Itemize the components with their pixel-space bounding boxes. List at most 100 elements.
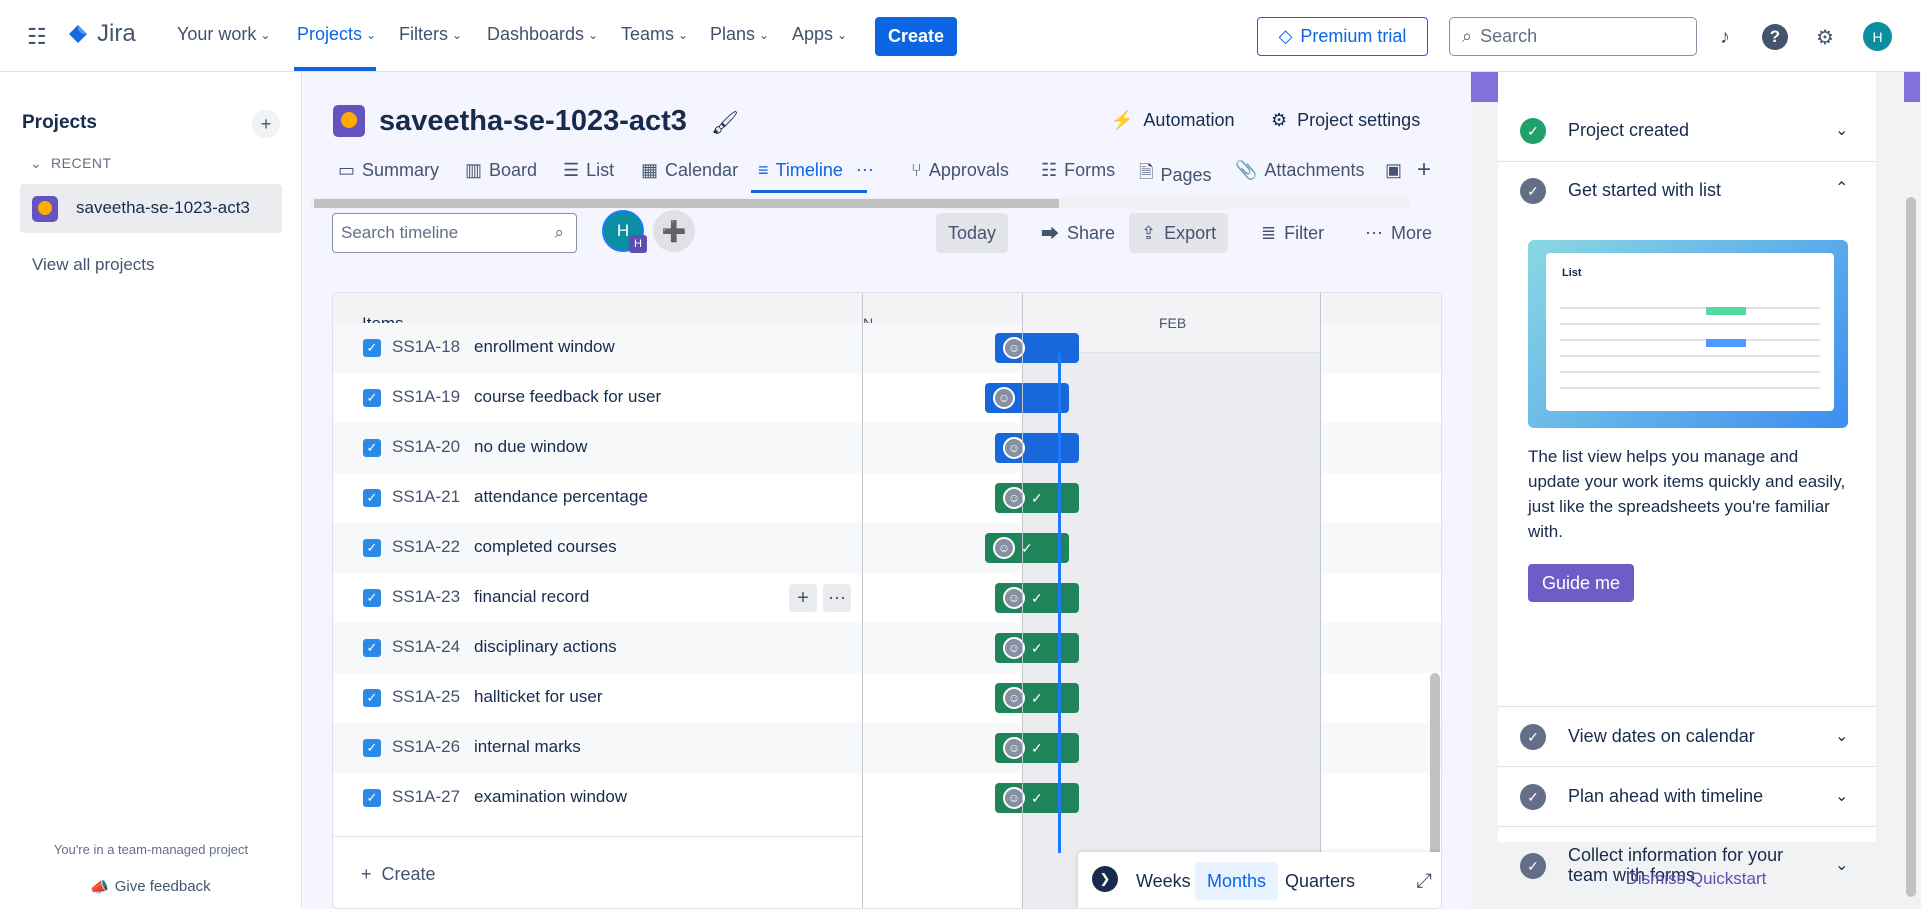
sidebar-item-project[interactable]: saveetha-se-1023-act3 [20, 184, 282, 233]
item-key[interactable]: SS1A-23 [392, 587, 460, 607]
add-project-button[interactable]: + [252, 110, 280, 138]
row-more-button[interactable]: ⋯ [823, 584, 851, 612]
item-summary[interactable]: attendance percentage [474, 487, 648, 507]
notifications-icon[interactable]: ♪ [1712, 24, 1738, 50]
timeline-bar[interactable]: ☺ ✓ [995, 633, 1079, 663]
table-row[interactable]: ✓ SS1A-22 completed courses ☺ ✓ [333, 523, 1441, 573]
automation-button[interactable]: ⚡ Automation [1111, 110, 1234, 131]
timeline-bar[interactable]: ☺ [995, 333, 1079, 363]
timeline-search-input[interactable]: Search timeline ⌕ [332, 213, 577, 253]
guide-me-button[interactable]: Guide me [1528, 564, 1634, 602]
zoom-months-button[interactable]: Months [1195, 862, 1279, 900]
recent-section-header[interactable]: ⌄ RECENT [30, 155, 112, 172]
tab-list[interactable]: ☰ List [563, 160, 614, 181]
item-summary[interactable]: disciplinary actions [474, 637, 617, 657]
tab-pages[interactable]: 🗎 Pages [1139, 160, 1212, 190]
export-button[interactable]: ⇪ Export [1129, 213, 1229, 253]
timeline-bar[interactable]: ☺ ✓ [995, 483, 1079, 513]
add-tab-icon[interactable]: + [1417, 156, 1431, 184]
paint-bucket-icon[interactable]: 🖌 [711, 110, 739, 136]
item-summary[interactable]: examination window [474, 787, 627, 807]
create-item-row[interactable]: + Create [333, 836, 862, 908]
app-switcher-icon[interactable]: ☷ [27, 24, 47, 50]
nav-projects[interactable]: Projects ⌄ [297, 24, 376, 45]
more-button[interactable]: ⋯ More [1353, 213, 1444, 253]
nav-filters[interactable]: Filters ⌄ [399, 24, 462, 45]
premium-trial-button[interactable]: ◇ Premium trial [1257, 17, 1428, 56]
table-row[interactable]: ✓ SS1A-26 internal marks ☺ ✓ [333, 723, 1441, 773]
item-key[interactable]: SS1A-20 [392, 437, 460, 457]
column-divider[interactable] [862, 293, 863, 908]
item-key[interactable]: SS1A-26 [392, 737, 460, 757]
give-feedback-link[interactable]: 📣 Give feedback [90, 878, 211, 896]
table-row[interactable]: ✓ SS1A-27 examination window ☺ ✓ [333, 773, 1441, 823]
settings-gear-icon[interactable]: ⚙ [1812, 24, 1838, 50]
item-summary[interactable]: enrollment window [474, 337, 615, 357]
table-row[interactable]: ✓ SS1A-20 no due window ☺ [333, 423, 1441, 473]
today-button[interactable]: Today [936, 213, 1009, 253]
tab-calendar[interactable]: ▦ Calendar [641, 160, 738, 181]
tab-timeline[interactable]: ≡ Timeline ⋯ [758, 160, 874, 181]
quickstart-item-forms[interactable]: ✓ Collect information for your team with… [1498, 827, 1876, 907]
item-key[interactable]: SS1A-22 [392, 537, 460, 557]
zoom-quarters-button[interactable]: Quarters [1273, 862, 1367, 900]
chevron-right-icon[interactable]: ❯ [1092, 866, 1118, 892]
tab-overflow-icon[interactable]: ▣ [1385, 160, 1402, 181]
create-item-button[interactable]: + Create [361, 864, 436, 885]
nav-your-work[interactable]: Your work ⌄ [177, 24, 270, 45]
timeline-bar[interactable]: ☺ ✓ [995, 733, 1079, 763]
table-row[interactable]: ✓ SS1A-21 attendance percentage ☺ ✓ [333, 473, 1441, 523]
more-icon[interactable]: ⋯ [856, 160, 874, 181]
table-row[interactable]: ✓ SS1A-23 financial record ☺ ✓ + ⋯ [333, 573, 1441, 623]
tab-summary[interactable]: ▭ Summary [338, 160, 439, 181]
timeline-bar[interactable]: ☺ ✓ [995, 783, 1079, 813]
nav-dashboards[interactable]: Dashboards ⌄ [487, 24, 598, 45]
zoom-weeks-button[interactable]: Weeks [1124, 862, 1203, 900]
tabs-scrollbar-thumb[interactable] [314, 199, 1059, 208]
quickstart-item-timeline[interactable]: ✓ Plan ahead with timeline ⌄ [1498, 767, 1876, 827]
item-key[interactable]: SS1A-18 [392, 337, 460, 357]
nav-plans[interactable]: Plans ⌄ [710, 24, 769, 45]
timeline-bar[interactable]: ☺ [995, 433, 1079, 463]
project-settings-button[interactable]: ⚙ Project settings [1271, 110, 1420, 131]
table-row[interactable]: ✓ SS1A-19 course feedback for user ☺ [333, 373, 1441, 423]
create-button[interactable]: Create [875, 17, 957, 56]
quickstart-item-calendar[interactable]: ✓ View dates on calendar ⌄ [1498, 707, 1876, 767]
item-key[interactable]: SS1A-25 [392, 687, 460, 707]
tab-attachments[interactable]: 📎 Attachments [1235, 160, 1364, 181]
tab-forms[interactable]: ☷ Forms [1041, 160, 1115, 181]
item-summary[interactable]: hallticket for user [474, 687, 603, 707]
tab-board[interactable]: ▥ Board [465, 160, 537, 181]
item-key[interactable]: SS1A-21 [392, 487, 460, 507]
item-key[interactable]: SS1A-19 [392, 387, 460, 407]
help-icon[interactable]: ? [1762, 24, 1788, 50]
tab-approvals[interactable]: ⑂ Approvals [911, 160, 1009, 181]
quickstart-item-project-created[interactable]: ✓ Project created ⌄ [1498, 100, 1876, 162]
item-key[interactable]: SS1A-27 [392, 787, 460, 807]
item-key[interactable]: SS1A-24 [392, 637, 460, 657]
item-summary[interactable]: completed courses [474, 537, 617, 557]
timeline-bar[interactable]: ☺ ✓ [985, 533, 1069, 563]
timeline-bar[interactable]: ☺ ✓ [995, 683, 1079, 713]
user-avatar[interactable]: H [1863, 22, 1892, 51]
item-summary[interactable]: internal marks [474, 737, 581, 757]
filter-button[interactable]: ≣ Filter [1249, 213, 1336, 253]
item-summary[interactable]: financial record [474, 587, 589, 607]
expand-icon[interactable]: ⤢ [1416, 870, 1432, 893]
jira-logo[interactable]: Jira [65, 20, 136, 48]
global-search-input[interactable]: ⌕ Search [1449, 17, 1697, 56]
table-row[interactable]: ✓ SS1A-25 hallticket for user ☺ ✓ [333, 673, 1441, 723]
add-people-icon[interactable]: ➕ [653, 210, 695, 252]
dismiss-quickstart-link[interactable]: Dismiss Quickstart [1471, 869, 1921, 889]
table-row[interactable]: ✓ SS1A-18 enrollment window ☺ [333, 323, 1441, 373]
timeline-bar[interactable]: ☺ ✓ [995, 583, 1079, 613]
item-summary[interactable]: no due window [474, 437, 587, 457]
add-child-button[interactable]: + [789, 584, 817, 612]
nav-teams[interactable]: Teams ⌄ [621, 24, 688, 45]
nav-apps[interactable]: Apps ⌄ [792, 24, 847, 45]
share-button[interactable]: ⮕ Share [1029, 213, 1127, 253]
view-all-projects-link[interactable]: View all projects [32, 255, 155, 275]
timeline-bar[interactable]: ☺ [985, 383, 1069, 413]
item-summary[interactable]: course feedback for user [474, 387, 661, 407]
quickstart-scrollbar[interactable] [1906, 197, 1916, 897]
